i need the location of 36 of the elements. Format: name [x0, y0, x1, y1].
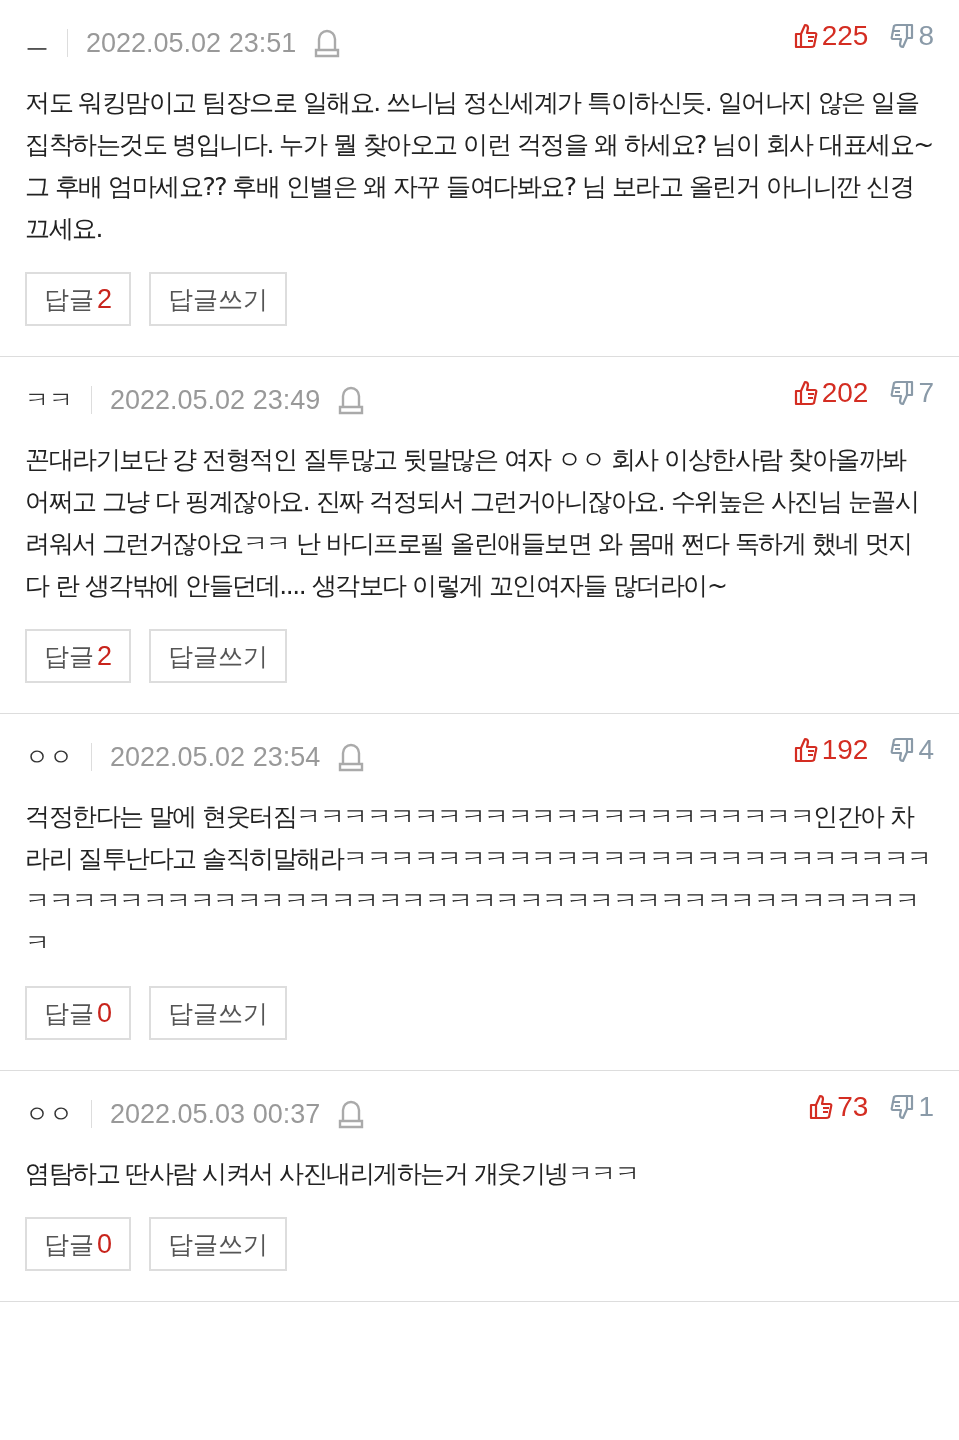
thumbs-up-icon: [793, 23, 818, 49]
write-reply-button[interactable]: 답글쓰기: [149, 1217, 288, 1271]
thumbs-down-icon: [890, 1094, 915, 1120]
thumbs-down-icon: [890, 23, 915, 49]
profile-icon: [338, 1099, 365, 1129]
comment-text: 저도 워킹맘이고 팀장으로 일해요. 쓰니님 정신세계가 특이하신듯. 일어나지 않은 일을 집착하는것도 병입니다. 누가 뭘 찾아오고 이런 걱정을 왜 하세요? 님이 회사 대표세요~ 그 후배 엄마세요?? 후배 인별은 왜 자꾸 들여다봐요? 님 보라고 올린거 아니니깐 신경 끄세요.: [25, 87, 934, 245]
thumbs-up-icon: [793, 737, 818, 763]
profile-icon: [338, 742, 365, 772]
comment-author: ㅇㅇ: [25, 1099, 73, 1130]
comment-author: ㅇㅇ: [25, 742, 73, 773]
replies-button[interactable]: 답글 0: [25, 986, 132, 1040]
thumbs-up-icon: [809, 1094, 834, 1120]
comment-text: 염탐하고 딴사람 시켜서 사진내리게하는거 개웃기넹ㅋㅋㅋ: [25, 1158, 640, 1190]
like-button[interactable]: 225: [793, 20, 869, 52]
replies-button[interactable]: 답글 2: [25, 272, 132, 326]
profile-icon: [314, 28, 341, 58]
thumbs-up-icon: [793, 380, 818, 406]
comment-author: ㅡ: [25, 28, 49, 59]
comment-text: 걱정한다는 말에 현웃터짐ㅋㅋㅋㅋㅋㅋㅋㅋㅋㅋㅋㅋㅋㅋㅋㅋㅋㅋㅋㅋㅋㅋ인간아 차라리 질투난다고 솔직히말해라ㅋㅋㅋㅋㅋㅋㅋㅋㅋㅋㅋㅋㅋㅋㅋㅋㅋㅋㅋㅋㅋㅋㅋㅋㅋㅋㅋㅋㅋㅋㅋㅋㅋㅋㅋㅋㅋㅋㅋㅋㅋㅋㅋㅋㅋㅋㅋㅋㅋㅋㅋㅋㅋㅋㅋㅋㅋㅋㅋㅋㅋㅋㅋㅋ: [25, 801, 932, 959]
replies-button[interactable]: 답글 2: [25, 629, 132, 683]
write-reply-button[interactable]: 답글쓰기: [149, 986, 288, 1040]
comment-author: ㅋㅋ: [25, 385, 73, 416]
write-reply-button[interactable]: 답글쓰기: [149, 629, 288, 683]
replies-button[interactable]: 답글 0: [25, 1217, 132, 1271]
comment-date: 2022.05.02 23:51: [86, 27, 297, 59]
comment-text: 꼰대라기보단 걍 전형적인 질투많고 뒷말많은 여자 ㅇㅇ 회사 이상한사람 찾아올까봐 어쩌고 그냥 다 핑계잖아요. 진짜 걱정되서 그런거아니잖아요. 수위높은 사진님 눈꼴시려워서 그런거잖아요ㅋㅋ 난 바디프로필 올린애들보면 와 몸매 쩐다 독하게 했네 멋지다 란 생각밖에 안들던데.... 생각보다 이렇게 꼬인여자들 많더라이~: [25, 444, 920, 602]
profile-icon: [338, 385, 365, 415]
comment-date: 2022.05.03 00:37: [110, 1098, 321, 1130]
comment-date: 2022.05.02 23:49: [110, 384, 321, 416]
thumbs-down-icon: [890, 737, 915, 763]
comment-date: 2022.05.02 23:54: [110, 741, 321, 773]
like-button[interactable]: 73: [809, 1091, 869, 1123]
thumbs-down-icon: [890, 380, 915, 406]
like-button[interactable]: 192: [793, 734, 869, 766]
write-reply-button[interactable]: 답글쓰기: [149, 272, 288, 326]
like-button[interactable]: 202: [793, 377, 869, 409]
